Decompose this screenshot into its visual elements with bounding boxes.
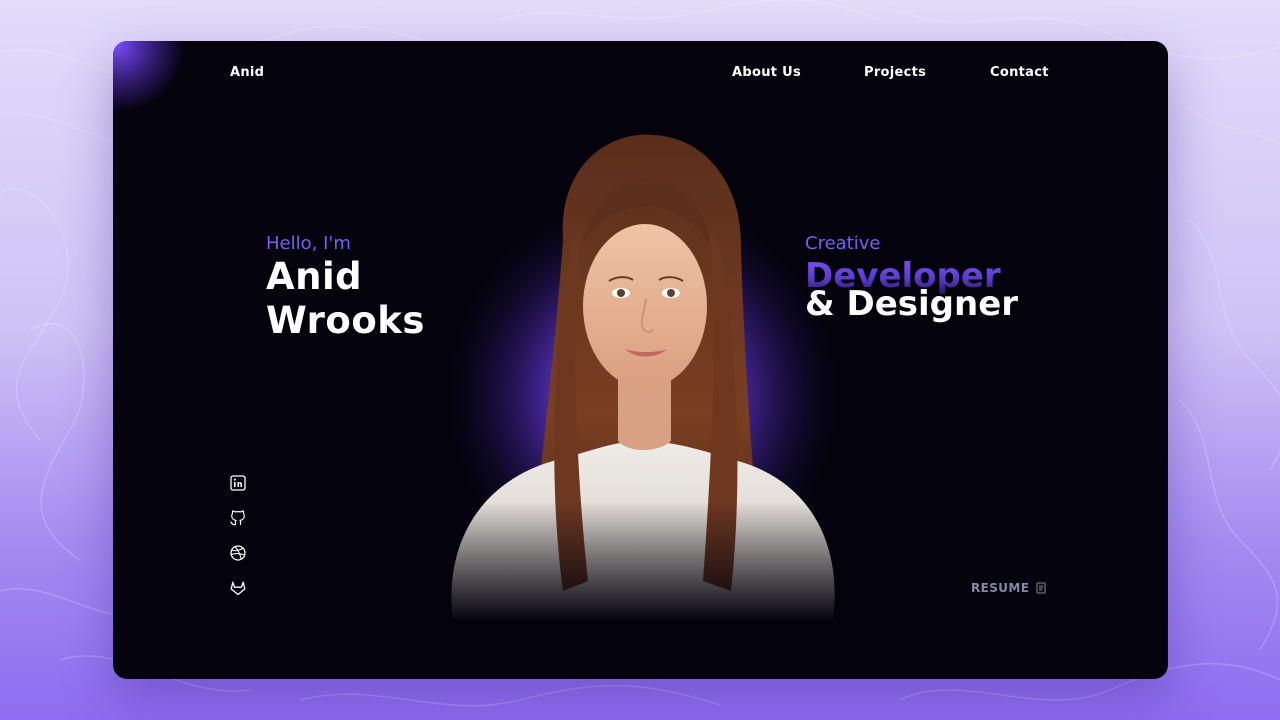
resume-button[interactable]: RESUME	[971, 581, 1047, 595]
linkedin-icon	[230, 475, 246, 491]
nav-link-projects[interactable]: Projects	[864, 65, 926, 80]
gitlab-icon	[230, 581, 246, 596]
document-icon	[1035, 582, 1047, 594]
portrait-photo	[413, 134, 873, 621]
role-intro-text: Creative	[805, 233, 881, 254]
dribbble-icon	[230, 545, 246, 561]
github-link[interactable]	[229, 509, 247, 527]
portfolio-frame: Anid About Us Projects Contact Hello, I'…	[113, 41, 1168, 679]
github-icon	[230, 510, 245, 526]
resume-label: RESUME	[971, 581, 1030, 595]
dribbble-link[interactable]	[229, 544, 247, 562]
corner-glow	[113, 41, 183, 111]
nav-logo[interactable]: Anid	[230, 65, 264, 80]
nav-link-about-us[interactable]: About Us	[732, 65, 801, 80]
nav-link-contact[interactable]: Contact	[990, 65, 1049, 80]
role-designer: & Designer	[805, 284, 1019, 324]
gitlab-link[interactable]	[229, 579, 247, 597]
name-last: Wrooks	[266, 299, 425, 342]
name-first: Anid	[266, 255, 363, 298]
greeting-text: Hello, I'm	[266, 233, 351, 254]
linkedin-link[interactable]	[229, 474, 247, 492]
